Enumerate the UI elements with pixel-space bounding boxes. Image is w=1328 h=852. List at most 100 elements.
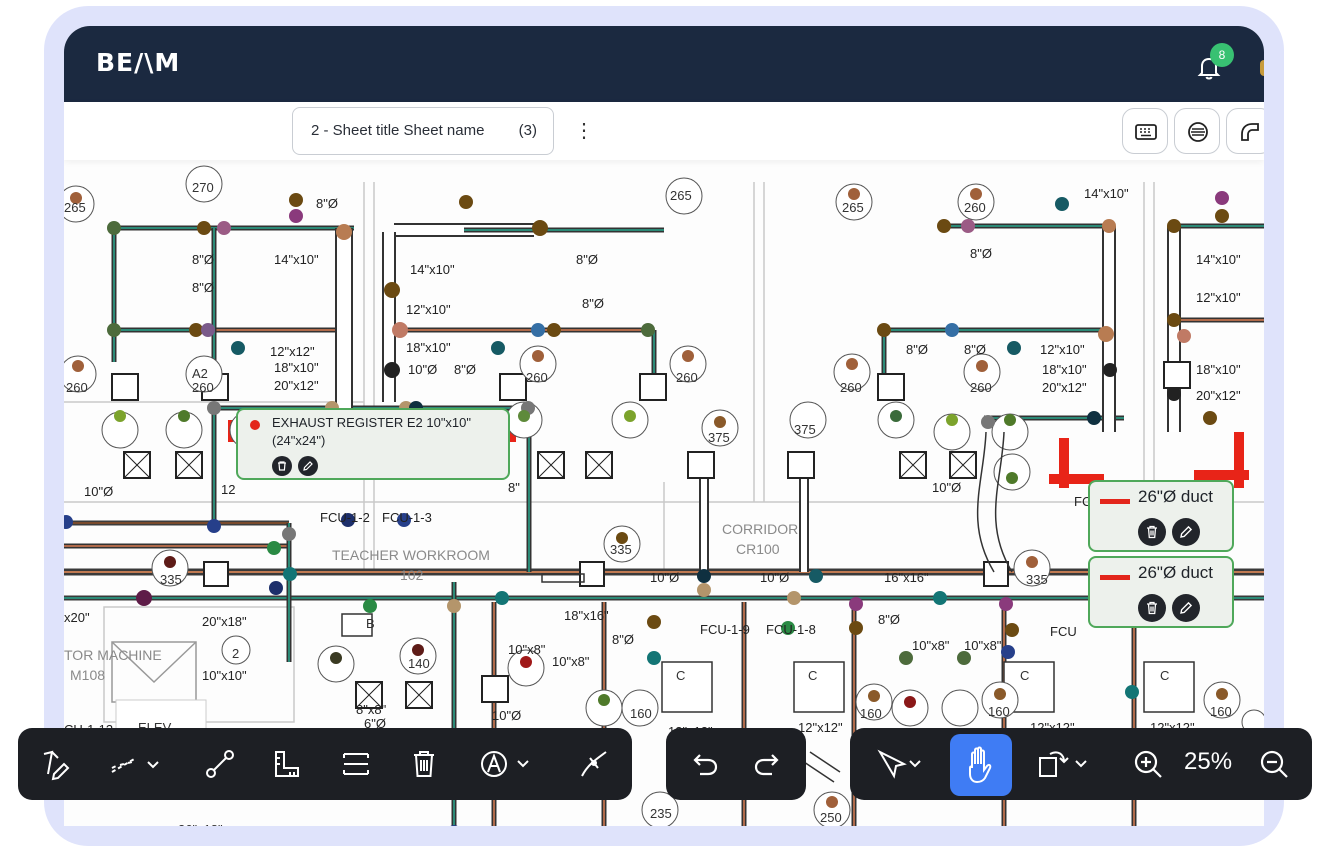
duct-delete-button[interactable] xyxy=(1138,594,1166,622)
svg-text:8"Ø: 8"Ø xyxy=(454,362,476,377)
measure-tool-button[interactable] xyxy=(268,746,304,782)
svg-text:265: 265 xyxy=(842,200,864,215)
svg-text:M108: M108 xyxy=(70,667,105,683)
svg-text:10"x8": 10"x8" xyxy=(912,638,950,653)
svg-text:265: 265 xyxy=(670,188,692,203)
register-subtitle: (24"x24") xyxy=(272,433,326,448)
pencil-icon xyxy=(1180,525,1193,538)
round-diffuser-icon xyxy=(1188,122,1208,142)
history-toolbar xyxy=(666,728,806,800)
annotate-tool-button[interactable] xyxy=(478,746,538,782)
svg-text:16"x16": 16"x16" xyxy=(884,570,929,585)
svg-text:10"x10": 10"x10" xyxy=(202,668,247,683)
pan-tool-button[interactable] xyxy=(950,734,1012,796)
register-callout-text: EXHAUST REGISTER E2 10"x10" (24"x24") xyxy=(272,414,502,450)
svg-text:250: 250 xyxy=(820,810,842,825)
svg-text:20"x18": 20"x18" xyxy=(202,614,247,629)
svg-text:260: 260 xyxy=(676,370,698,385)
svg-text:260: 260 xyxy=(964,200,986,215)
redo-button[interactable] xyxy=(750,746,786,782)
svg-text:C: C xyxy=(1020,668,1029,683)
delete-tool-button[interactable] xyxy=(406,746,442,782)
svg-text:10"Ø: 10"Ø xyxy=(932,480,961,495)
svg-text:14"x10": 14"x10" xyxy=(274,252,319,267)
svg-text:8": 8" xyxy=(508,480,520,495)
svg-text:12"x12": 12"x12" xyxy=(798,720,843,735)
svg-text:160: 160 xyxy=(988,704,1010,719)
duct-delete-button[interactable] xyxy=(1138,518,1166,546)
elbow-duct-button[interactable] xyxy=(1226,108,1264,154)
svg-text:375: 375 xyxy=(794,422,816,437)
svg-text:140: 140 xyxy=(408,656,430,671)
duct-color-swatch xyxy=(1100,575,1130,580)
svg-text:160: 160 xyxy=(1210,704,1232,719)
svg-text:260: 260 xyxy=(66,380,88,395)
split-tool-button[interactable] xyxy=(338,746,374,782)
svg-text:10"x8": 10"x8" xyxy=(508,642,546,657)
register-callout[interactable]: EXHAUST REGISTER E2 10"x10" (24"x24") xyxy=(236,408,510,480)
sheet-selector[interactable]: 2 - Sheet title Sheet name (3) xyxy=(292,107,554,155)
register-delete-button[interactable] xyxy=(272,456,292,476)
duct-callout-2[interactable]: 26"Ø duct xyxy=(1088,556,1234,628)
undo-icon xyxy=(693,754,718,776)
svg-text:160: 160 xyxy=(630,706,652,721)
duct-edit-button[interactable] xyxy=(1172,518,1200,546)
svg-text:8"x8": 8"x8" xyxy=(356,702,387,717)
svg-text:10"x8": 10"x8" xyxy=(964,638,1002,653)
redo-icon xyxy=(754,754,779,776)
zoom-in-icon xyxy=(1134,750,1162,778)
undo-button[interactable] xyxy=(686,746,722,782)
svg-text:TOR MACHINE: TOR MACHINE xyxy=(64,647,162,663)
connect-tool-button[interactable] xyxy=(202,746,238,782)
svg-text:FCU-1-2: FCU-1-2 xyxy=(320,510,370,525)
svg-text:C: C xyxy=(676,668,685,683)
ruler-icon xyxy=(275,751,299,777)
zoom-level: 25% xyxy=(1184,748,1233,775)
drawing-canvas[interactable]: 8"Ø 8"Ø 14"x10" 8"Ø 14"x10" 8"Ø 12"x10" 18"x… xyxy=(64,102,1264,826)
svg-text:x20": x20" xyxy=(64,610,90,625)
rotate-tool-button[interactable] xyxy=(1036,746,1096,782)
top-navigation-bar: BE/\M 8 xyxy=(64,26,1264,102)
keyboard-button[interactable] xyxy=(1122,108,1168,154)
pen-tool-icon xyxy=(43,750,70,781)
svg-text:18"x10": 18"x10" xyxy=(274,360,319,375)
svg-text:C: C xyxy=(1160,668,1169,683)
rotate-icon xyxy=(1039,751,1087,777)
svg-text:FCU: FCU xyxy=(1050,624,1077,639)
svg-text:18"x16": 18"x16" xyxy=(564,608,609,623)
svg-text:B: B xyxy=(366,616,375,631)
svg-text:10"Ø: 10"Ø xyxy=(84,484,113,499)
svg-text:12"x10": 12"x10" xyxy=(406,302,451,317)
select-tool-button[interactable] xyxy=(874,746,928,782)
pencil-icon xyxy=(1180,601,1193,614)
svg-text:8"Ø: 8"Ø xyxy=(316,196,338,211)
register-edit-button[interactable] xyxy=(298,456,318,476)
svg-text:270: 270 xyxy=(192,180,214,195)
duct-edit-button[interactable] xyxy=(1172,594,1200,622)
trash-icon xyxy=(414,751,434,777)
notification-badge: 8 xyxy=(1210,43,1234,67)
svg-text:36"x18": 36"x18" xyxy=(178,822,223,826)
keyboard-icon xyxy=(1135,124,1157,140)
svg-text:12"x10": 12"x10" xyxy=(1196,290,1241,305)
svg-text:14"x10": 14"x10" xyxy=(410,262,455,277)
duct-color-swatch xyxy=(1100,499,1130,504)
dashed-line-tool-button[interactable] xyxy=(108,746,164,782)
svg-text:8"Ø: 8"Ø xyxy=(192,280,214,295)
svg-text:235: 235 xyxy=(650,806,672,821)
diffuser-button[interactable] xyxy=(1174,108,1220,154)
zoom-in-button[interactable] xyxy=(1130,746,1166,782)
trash-icon xyxy=(1147,525,1157,539)
curve-tool-button[interactable] xyxy=(576,746,612,782)
app-window: BE/\M 8 8"Ø 8"Ø 14"x10" 8"Ø 14"x10" 8"Ø … xyxy=(64,26,1264,826)
svg-text:8"Ø: 8"Ø xyxy=(612,632,634,647)
beam-logo[interactable]: BE/\M xyxy=(96,48,180,77)
user-avatar-edge[interactable] xyxy=(1260,60,1264,76)
pen-tool-button[interactable] xyxy=(38,746,74,782)
more-options-icon[interactable]: ⋮ xyxy=(574,118,594,144)
svg-text:2: 2 xyxy=(232,646,239,661)
svg-text:335: 335 xyxy=(160,572,182,587)
duct-callout-1[interactable]: 26"Ø duct xyxy=(1088,480,1234,552)
hand-icon xyxy=(969,746,992,784)
zoom-out-button[interactable] xyxy=(1256,746,1292,782)
